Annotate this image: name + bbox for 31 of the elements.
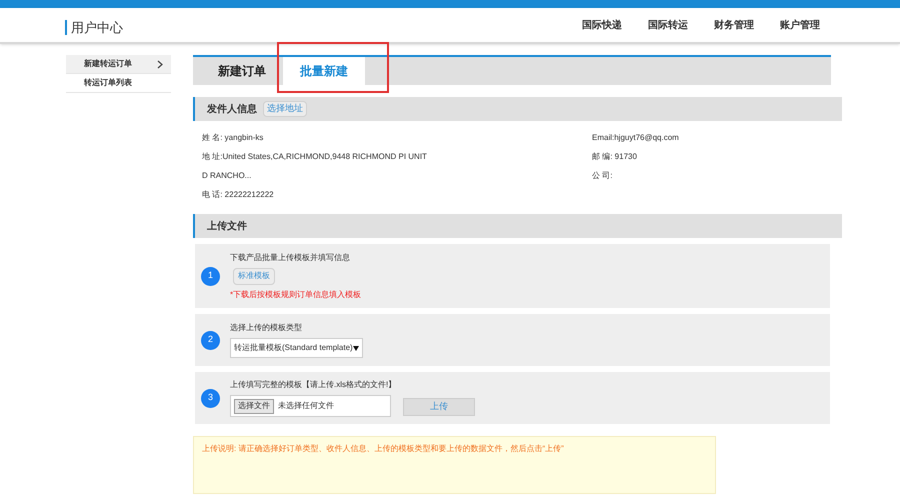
info-text: Email:hjguyt76@qq.com <box>592 132 679 144</box>
sidebar-item[interactable]: 新建转运订单 <box>66 55 171 74</box>
info-text: 电 话: 22222212222 <box>202 189 275 201</box>
info-text: 地 址:United States,CA,RICHMOND,9448 RICHMOND PI UNIT <box>202 151 428 163</box>
nav-link[interactable]: 财务管理 <box>714 18 754 32</box>
info-text: D RANCHO... <box>202 170 252 182</box>
step-number: 1 <box>201 266 220 286</box>
step-label: 下载产品批量上传模板并填写信息 <box>230 252 351 264</box>
tab[interactable]: 新建订单 <box>201 57 283 85</box>
step-label: 上传填写完整的模板【请上传.xls格式的文件!】 <box>230 379 398 391</box>
file-field[interactable]: 选择文件 未选择任何文件 <box>230 395 391 417</box>
step-label: 选择上传的模板类型 <box>230 322 303 334</box>
tab[interactable]: 批量新建 <box>283 57 365 85</box>
page-title: 用户中心 <box>65 20 123 34</box>
step-number: 3 <box>201 388 220 408</box>
step-number: 2 <box>201 330 220 350</box>
file-status-text: 未选择任何文件 <box>278 400 334 412</box>
section-title: 上传文件 <box>207 220 247 234</box>
nav-link[interactable]: 国际快递 <box>582 18 622 32</box>
section-title: 发件人信息 <box>207 102 257 116</box>
sidebar-item[interactable]: 转运订单列表 <box>66 74 171 93</box>
dropdown-caret-icon <box>353 346 359 350</box>
template-type-select[interactable]: 转运批量模板(Standard template) <box>230 338 363 358</box>
info-text: 邮 编: 91730 <box>592 151 638 163</box>
nav-link[interactable]: 账户管理 <box>780 18 820 32</box>
info-text: 公 司: <box>592 170 614 182</box>
info-text: 姓 名: yangbin-ks <box>202 132 264 144</box>
upload-note: 上传说明: 请正确选择好订单类型、收件人信息、上传的模板类型和要上传的数据文件，然后点击“上传” <box>193 436 716 494</box>
nav-link[interactable]: 国际转运 <box>648 18 688 32</box>
hint-text: *下载后按模板规则订单信息填入模板 <box>230 288 362 300</box>
choose-file-button[interactable]: 选择文件 <box>234 398 274 414</box>
